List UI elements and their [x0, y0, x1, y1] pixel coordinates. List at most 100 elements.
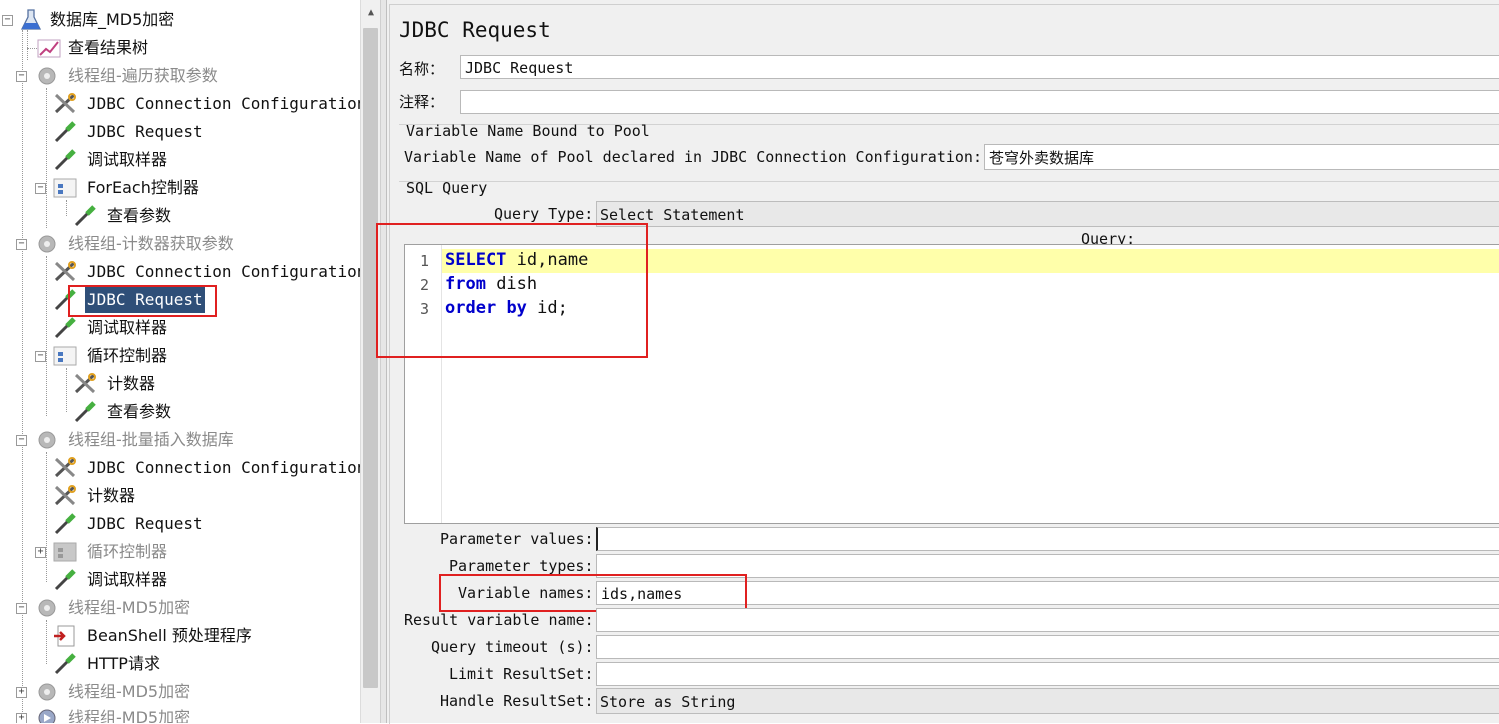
tree-label: 线程组-MD5加密: [68, 598, 191, 617]
limit-resultset-label: Limit ResultSet:: [449, 665, 594, 683]
tree-label: JDBC Request: [87, 122, 203, 141]
limit-resultset-input[interactable]: [596, 662, 1499, 686]
tree-item-debug-sampler-1[interactable]: 调试取样器: [0, 147, 360, 173]
annotation-box: [376, 223, 648, 358]
tree-item-jdbc-request-1[interactable]: JDBC Request: [0, 119, 360, 145]
result-variable-input[interactable]: [596, 608, 1499, 632]
page-title: JDBC Request: [399, 18, 551, 42]
pipette-icon: [54, 513, 76, 535]
annotation-box: [68, 285, 217, 317]
name-label: 名称：: [399, 60, 445, 78]
handle-resultset-select[interactable]: Store as String: [596, 688, 1499, 714]
tree-item-thread-group-3[interactable]: − 线程组-批量插入数据库: [0, 427, 360, 453]
pipette-icon: [54, 569, 76, 591]
tree-item-thread-group-2[interactable]: − 线程组-计数器获取参数: [0, 231, 360, 257]
tree-item-result-tree[interactable]: 查看结果树: [0, 35, 360, 61]
tree-item-debug-sampler-3[interactable]: 调试取样器: [0, 567, 360, 593]
param-values-input[interactable]: [596, 527, 1499, 551]
collapse-icon[interactable]: −: [16, 239, 27, 250]
query-type-select[interactable]: Select Statement: [596, 201, 1499, 227]
handle-resultset-label: Handle ResultSet:: [440, 692, 594, 710]
collapse-icon[interactable]: −: [16, 603, 27, 614]
tree-label: BeanShell 预处理程序: [87, 626, 252, 645]
tree-label: 调试取样器: [87, 150, 168, 169]
pool-label: Variable Name of Pool declared in JDBC C…: [404, 148, 982, 166]
collapse-icon[interactable]: −: [16, 71, 27, 82]
tree-item-thread-group-1[interactable]: − 线程组-遍历获取参数: [0, 63, 360, 89]
collapse-icon[interactable]: −: [35, 351, 46, 362]
tree-item-jdbc-config-3[interactable]: JDBC Connection Configuration: [0, 455, 360, 481]
pipette-icon: [74, 205, 96, 227]
tree-label: 循环控制器: [87, 346, 168, 365]
test-plan-tree[interactable]: − 数据库_MD5加密 查看结果树 − 线程组-遍历获取参数 JDBC Conn…: [0, 0, 360, 723]
name-input[interactable]: JDBC Request: [460, 55, 1499, 79]
wrench-icon: [54, 261, 76, 282]
tree-item-loop-controller-2[interactable]: + 循环控制器: [0, 539, 360, 565]
pool-input[interactable]: 苍穹外卖数据库: [984, 144, 1499, 170]
scroll-thumb[interactable]: [363, 28, 378, 688]
query-timeout-input[interactable]: [596, 635, 1499, 659]
tree-label: 计数器: [87, 486, 136, 505]
tree-label: 数据库_MD5加密: [50, 10, 175, 29]
tree-item-view-params-1[interactable]: 查看参数: [0, 203, 360, 229]
tree-item-jdbc-config-2[interactable]: JDBC Connection Configuration: [0, 259, 360, 285]
expand-icon[interactable]: +: [16, 713, 27, 723]
tree-label: JDBC Connection Configuration: [87, 94, 360, 113]
controller-icon: [53, 346, 77, 366]
tree-item-counter-1[interactable]: 计数器: [0, 371, 360, 397]
tree-item-foreach-controller[interactable]: − ForEach控制器: [0, 175, 360, 201]
pipette-icon: [74, 401, 96, 423]
result-variable-label: Result variable name:: [404, 611, 594, 629]
wrench-icon: [54, 485, 76, 506]
tree-item-thread-group-6[interactable]: + 线程组-MD5加密: [0, 705, 360, 723]
tree-label: 计数器: [107, 374, 156, 393]
tree-label: 线程组-MD5加密: [68, 708, 191, 723]
scroll-up-arrow-icon[interactable]: ▲: [361, 0, 381, 26]
wrench-icon: [74, 373, 96, 394]
tree-item-beanshell-preprocessor[interactable]: BeanShell 预处理程序: [0, 623, 360, 649]
tree-item-loop-controller-1[interactable]: − 循环控制器: [0, 343, 360, 369]
expand-icon[interactable]: +: [16, 687, 27, 698]
tree-label: JDBC Connection Configuration: [87, 458, 360, 477]
tree-label: 线程组-遍历获取参数: [68, 66, 218, 85]
collapse-icon[interactable]: −: [2, 15, 13, 26]
group-border: [399, 181, 1499, 182]
collapse-icon[interactable]: −: [16, 435, 27, 446]
tree-label: JDBC Request: [87, 514, 203, 533]
sql-group-title: SQL Query: [406, 179, 488, 197]
tree-scrollbar[interactable]: ▲: [360, 0, 381, 723]
tree-item-view-params-2[interactable]: 查看参数: [0, 399, 360, 425]
graph-icon: [37, 39, 61, 58]
comment-input[interactable]: [460, 90, 1499, 114]
gear-icon: [38, 431, 56, 449]
tree-label: ForEach控制器: [87, 178, 199, 197]
tree-label: 调试取样器: [87, 570, 168, 589]
collapse-icon[interactable]: −: [35, 183, 46, 194]
tree-item-http-request[interactable]: HTTP请求: [0, 651, 360, 677]
param-types-label: Parameter types:: [449, 557, 594, 575]
pipette-icon: [54, 653, 76, 675]
preprocessor-icon: [54, 625, 75, 647]
tree-label: 循环控制器: [87, 542, 168, 561]
tree-item-thread-group-4[interactable]: − 线程组-MD5加密: [0, 595, 360, 621]
tree-label: 线程组-MD5加密: [68, 682, 191, 701]
tree-item-thread-group-5[interactable]: + 线程组-MD5加密: [0, 679, 360, 705]
gear-icon: [38, 599, 56, 617]
tree-root[interactable]: − 数据库_MD5加密: [0, 7, 360, 33]
tree-label: 查看参数: [107, 402, 172, 421]
pipette-icon: [54, 149, 76, 171]
tree-item-counter-2[interactable]: 计数器: [0, 483, 360, 509]
tree-item-debug-sampler-2[interactable]: 调试取样器: [0, 315, 360, 341]
pipette-icon: [54, 121, 76, 143]
expand-icon[interactable]: +: [35, 547, 46, 558]
controller-icon: [53, 542, 77, 562]
tree-item-jdbc-config-1[interactable]: JDBC Connection Configuration: [0, 91, 360, 117]
annotation-box: [439, 574, 747, 612]
gear-icon: [38, 683, 56, 701]
tree-label: 查看参数: [107, 206, 172, 225]
gear-icon: [38, 235, 56, 253]
param-values-label: Parameter values:: [440, 530, 594, 548]
tree-item-jdbc-request-3[interactable]: JDBC Request: [0, 511, 360, 537]
tree-label: 线程组-批量插入数据库: [68, 430, 234, 449]
tree-label: JDBC Connection Configuration: [87, 262, 360, 281]
